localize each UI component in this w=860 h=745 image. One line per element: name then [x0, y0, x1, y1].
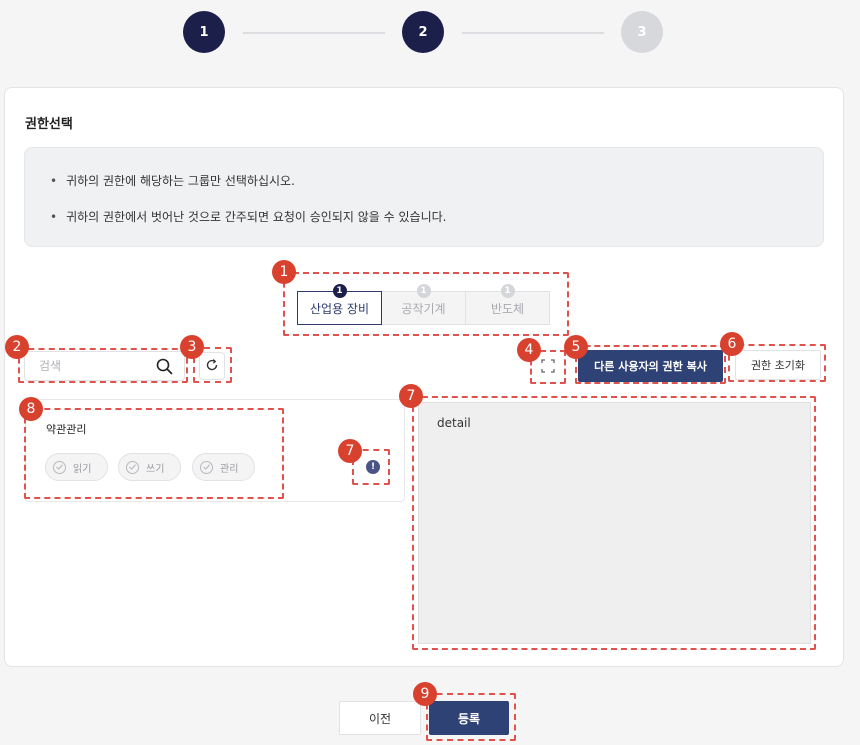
tab-label: 산업용 장비: [309, 301, 369, 316]
annotation-badge: 7: [338, 439, 362, 463]
tab-industrial-equipment[interactable]: 1 산업용 장비: [297, 284, 382, 325]
prev-button[interactable]: 이전: [339, 701, 421, 735]
annotation-badge: 5: [564, 335, 588, 359]
notice-item: 귀하의 권한에서 벗어난 것으로 간주되면 요청이 승인되지 않을 수 있습니다…: [50, 208, 446, 225]
notice-box: 귀하의 권한에 해당하는 그룹만 선택하십시오. 귀하의 권한에서 벗어난 것으…: [24, 147, 824, 247]
annotation-box: [426, 693, 516, 741]
annotation-box: [575, 345, 726, 384]
annotation-box: [18, 348, 188, 383]
step-1: 1: [183, 11, 225, 53]
annotation-box: [728, 344, 826, 382]
annotation-box: [24, 408, 284, 499]
annotation-badge: 7: [399, 384, 423, 408]
annotation-box: [412, 396, 816, 650]
step-connector: [462, 32, 604, 34]
step-2: 2: [402, 11, 444, 53]
annotation-badge: 9: [413, 682, 437, 706]
annotation-badge: 2: [5, 335, 29, 359]
annotation-badge: 6: [720, 332, 744, 356]
annotation-badge: 1: [272, 260, 296, 284]
annotation-badge: 3: [180, 335, 204, 359]
step-connector: [243, 32, 385, 34]
notice-item: 귀하의 권한에 해당하는 그룹만 선택하십시오.: [50, 172, 295, 189]
annotation-badge: 8: [19, 397, 43, 421]
section-title: 권한선택: [25, 117, 73, 132]
annotation-badge: 4: [517, 338, 541, 362]
step-3: 3: [621, 11, 663, 53]
tab-count-badge: 1: [332, 284, 347, 298]
